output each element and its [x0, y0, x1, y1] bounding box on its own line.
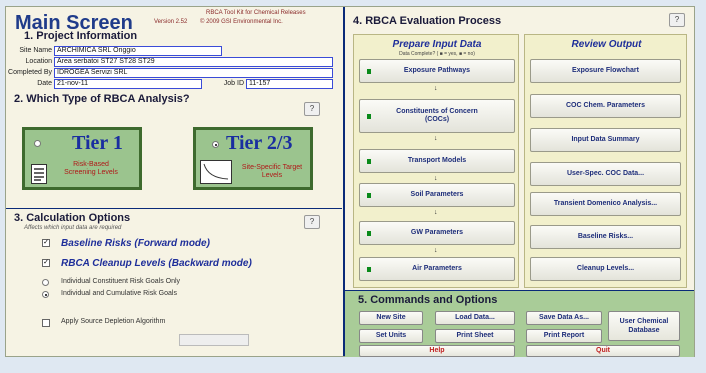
status-dot — [367, 69, 371, 74]
completed-by-field[interactable]: IDROGEA Servizi SRL — [54, 68, 333, 78]
save-data-button[interactable]: Save Data As... — [526, 311, 602, 325]
depletion-checkbox[interactable] — [42, 319, 50, 327]
location-field[interactable]: Area serbatoi ST27 ST28 ST29 — [54, 57, 333, 67]
button-label: GW Parameters — [410, 229, 464, 236]
user-spec-coc-button[interactable]: User-Spec. COC Data... — [530, 162, 681, 186]
button-label: Air Parameters — [412, 265, 462, 272]
status-dot — [367, 193, 371, 198]
section-calc-title: 3. Calculation Options — [14, 212, 131, 224]
status-dot — [367, 114, 371, 119]
tier1-button[interactable]: Tier 1 Risk-Based Screening Levels — [22, 127, 142, 190]
new-site-button[interactable]: New Site — [359, 311, 423, 325]
down-arrow-icon: ↓ — [434, 247, 438, 254]
cleanup-checkbox[interactable]: ✓ — [42, 259, 50, 267]
exposure-flowchart-button[interactable]: Exposure Flowchart — [530, 59, 681, 83]
depletion-input[interactable] — [179, 334, 249, 346]
load-data-button[interactable]: Load Data... — [435, 311, 515, 325]
section-commands-title: 5. Commands and Options — [358, 294, 498, 306]
down-arrow-icon: ↓ — [434, 175, 438, 182]
exposure-pathways-button[interactable]: Exposure Pathways — [359, 59, 515, 83]
individual-only-radio[interactable] — [42, 279, 49, 286]
commands-panel: 5. Commands and Options New Site Load Da… — [345, 290, 694, 357]
baseline-label: Baseline Risks (Forward mode) — [61, 238, 210, 249]
button-label: Soil Parameters — [410, 191, 464, 198]
review-title: Review Output — [571, 39, 642, 50]
job-id-field[interactable]: 11-157 — [246, 79, 333, 89]
status-dot — [367, 231, 371, 236]
user-chemical-database-button[interactable]: User Chemical Database — [608, 311, 680, 341]
down-arrow-icon: ↓ — [434, 135, 438, 142]
data-complete-legend: Data Complete? ( ■ = yes, ■ = no) — [399, 51, 475, 57]
decay-curve-icon — [200, 160, 232, 184]
depletion-label: Apply Source Depletion Algorithm — [61, 318, 166, 325]
help-button[interactable]: Help — [359, 345, 515, 357]
section-eval-title: 4. RBCA Evaluation Process — [353, 15, 502, 27]
print-sheet-button[interactable]: Print Sheet — [435, 329, 515, 343]
completed-by-label: Completed By — [8, 69, 52, 76]
individual-only-label: Individual Constituent Risk Goals Only — [61, 278, 181, 285]
location-label: Location — [25, 58, 52, 65]
down-arrow-icon: ↓ — [434, 209, 438, 216]
version-label: Version 2.52 — [154, 19, 188, 25]
copyright-label: © 2009 GSI Environmental Inc. — [200, 19, 283, 25]
down-arrow-icon: ↓ — [434, 85, 438, 92]
button-label: Exposure Pathways — [403, 67, 471, 74]
calc-help-button[interactable]: ? — [304, 215, 320, 229]
set-units-button[interactable]: Set Units — [359, 329, 423, 343]
status-dot — [367, 267, 371, 272]
eval-help-button[interactable]: ? — [669, 13, 685, 27]
button-label: Constituents of Concern (COCs) — [396, 108, 478, 123]
app-frame: Main Screen RBCA Tool Kit for Chemical R… — [0, 0, 706, 373]
job-id-label: Job ID — [223, 80, 244, 87]
transient-domenico-button[interactable]: Transient Domenico Analysis... — [530, 192, 681, 216]
document-icon — [31, 164, 47, 184]
tier23-title: Tier 2/3 — [226, 132, 293, 154]
tier1-subtitle: Risk-Based Screening Levels — [64, 161, 118, 176]
baseline-checkbox[interactable]: ✓ — [42, 239, 50, 247]
air-parameters-button[interactable]: Air Parameters — [359, 257, 515, 281]
tier23-radio[interactable] — [212, 141, 219, 148]
site-name-field[interactable]: ARCHIMICA SRL Origgio — [54, 46, 222, 56]
section-divider — [6, 208, 342, 209]
cleanup-label: RBCA Cleanup Levels (Backward mode) — [61, 258, 252, 269]
tier23-button[interactable]: Tier 2/3 Site-Specific Target Levels — [193, 127, 313, 190]
date-field[interactable]: 21-nov-11 — [54, 79, 202, 89]
transport-models-button[interactable]: Transport Models — [359, 149, 515, 173]
baseline-risks-button[interactable]: Baseline Risks... — [530, 225, 681, 249]
constituents-button[interactable]: Constituents of Concern (COCs) — [359, 99, 515, 133]
quit-button[interactable]: Quit — [526, 345, 680, 357]
coc-chem-parameters-button[interactable]: COC Chem. Parameters — [530, 94, 681, 118]
cleanup-levels-button[interactable]: Cleanup Levels... — [530, 257, 681, 281]
analysis-help-button[interactable]: ? — [304, 102, 320, 116]
tier1-title: Tier 1 — [72, 132, 123, 154]
date-label: Date — [37, 80, 52, 87]
input-data-summary-button[interactable]: Input Data Summary — [530, 128, 681, 152]
gw-parameters-button[interactable]: GW Parameters — [359, 221, 515, 245]
kit-name: RBCA Tool Kit for Chemical Releases — [206, 10, 306, 16]
print-report-button[interactable]: Print Report — [526, 329, 602, 343]
prepare-title: Prepare Input Data — [392, 39, 482, 50]
status-dot — [367, 159, 371, 164]
section-project-title: 1. Project Information — [24, 30, 138, 42]
individual-cumulative-label: Individual and Cumulative Risk Goals — [61, 290, 177, 297]
calc-note: Affects which input data are required — [24, 225, 122, 231]
soil-parameters-button[interactable]: Soil Parameters — [359, 183, 515, 207]
section-analysis-title: 2. Which Type of RBCA Analysis? — [14, 93, 190, 105]
site-name-label: Site Name — [19, 47, 52, 54]
button-label: Transport Models — [407, 157, 467, 164]
individual-cumulative-radio[interactable] — [42, 291, 49, 298]
tier23-subtitle: Site-Specific Target Levels — [241, 164, 303, 179]
tier1-radio[interactable] — [34, 140, 41, 147]
main-window: Main Screen RBCA Tool Kit for Chemical R… — [5, 6, 695, 357]
